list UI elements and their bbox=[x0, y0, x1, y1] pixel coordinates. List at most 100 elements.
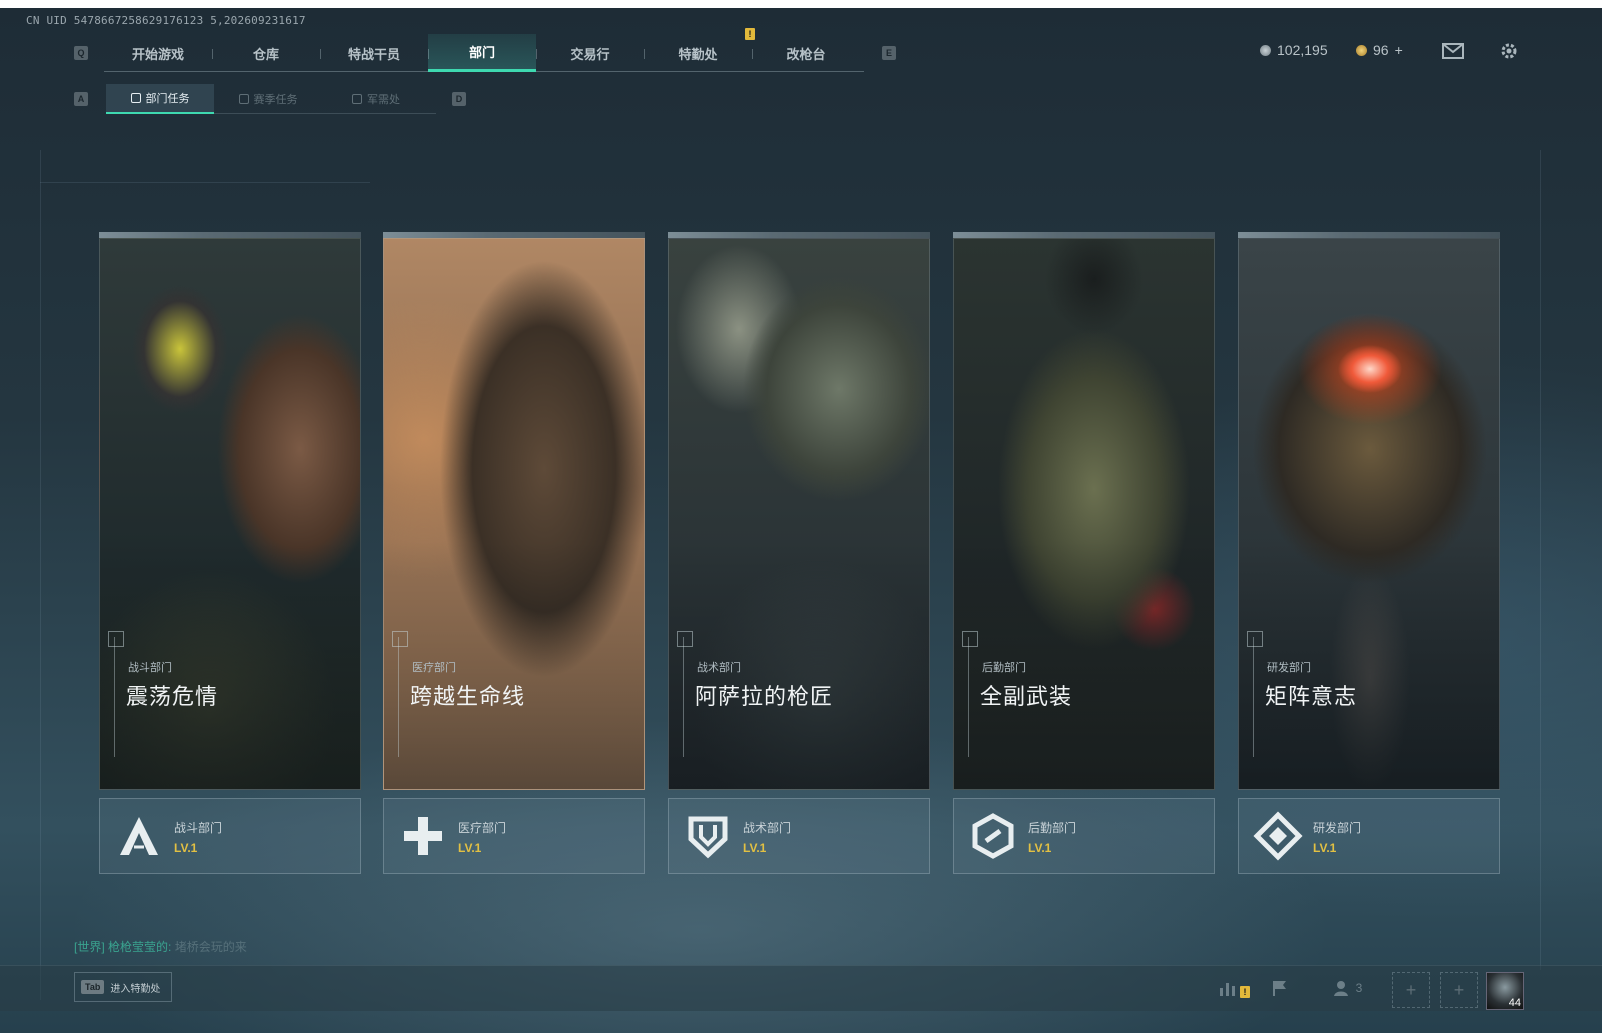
card-title: 跨越生命线 bbox=[410, 684, 526, 709]
tab-dept-missions-label: 部门任务 bbox=[145, 93, 190, 105]
logistics-card-art: 后勤部门 全副武装 bbox=[953, 238, 1215, 790]
dept-card-logistics[interactable]: 后勤部门 全副武装 后勤部门 LV.1 bbox=[953, 232, 1215, 874]
tab-season-missions[interactable]: 赛季任务 bbox=[214, 84, 322, 114]
tab-trade[interactable]: 交易行 bbox=[536, 34, 644, 72]
primary-currency: 102,195 bbox=[1260, 42, 1328, 58]
dept-level: LV.1 bbox=[174, 841, 198, 855]
card-dept-label: 战术部门 bbox=[697, 662, 741, 674]
card-vline bbox=[968, 637, 969, 757]
gear-icon[interactable] bbox=[1498, 40, 1520, 62]
chat-message: 堵桥会玩的来 bbox=[174, 940, 247, 954]
dept-level: LV.1 bbox=[458, 841, 482, 855]
medical-dept-icon bbox=[404, 817, 442, 855]
corner-mark bbox=[677, 631, 693, 647]
dept-card-medical[interactable]: 医疗部门 跨越生命线 医疗部门 LV.1 bbox=[383, 232, 645, 874]
coin-icon bbox=[1260, 44, 1271, 56]
tab-gunsmith[interactable]: 改枪台 bbox=[752, 34, 860, 72]
quartermaster-icon bbox=[352, 94, 362, 104]
grid-line bbox=[1540, 150, 1541, 970]
sub-nav: 部门任务 赛季任务 军需处 bbox=[106, 84, 436, 114]
friends-count: 3 bbox=[1355, 981, 1363, 995]
gold-coin-icon bbox=[1356, 44, 1367, 56]
combat-card-art: 战斗部门 震荡危情 bbox=[99, 238, 361, 790]
card-dept-label: 后勤部门 bbox=[982, 662, 1026, 674]
tactical-dept-icon bbox=[688, 816, 728, 859]
tab-key-badge: Tab bbox=[81, 980, 105, 994]
dept-name: 后勤部门 bbox=[1028, 821, 1077, 835]
card-vline bbox=[683, 637, 684, 757]
card-title: 全副武装 bbox=[980, 684, 1073, 709]
logistics-dept-icon bbox=[972, 813, 1014, 859]
stats-icon[interactable] bbox=[1214, 975, 1242, 1001]
friends-button[interactable]: 3 bbox=[1326, 975, 1370, 1001]
nav-prev-key[interactable]: Q bbox=[74, 46, 88, 60]
card-title: 矩阵意志 bbox=[1265, 684, 1358, 709]
party-slot-empty[interactable]: + bbox=[1440, 972, 1478, 1008]
flag-icon[interactable] bbox=[1266, 975, 1294, 1001]
medical-card-art: 医疗部门 跨越生命线 bbox=[383, 238, 645, 790]
dept-name: 研发部门 bbox=[1313, 821, 1362, 835]
subnav-next-key[interactable]: D bbox=[452, 92, 466, 106]
add-currency-button[interactable]: + bbox=[1395, 42, 1403, 58]
dept-level: LV.1 bbox=[743, 841, 767, 855]
mission-icon bbox=[130, 93, 141, 103]
window-top-edge bbox=[0, 0, 1602, 8]
tab-quartermaster[interactable]: 军需处 bbox=[322, 84, 430, 114]
dept-footer[interactable]: 后勤部门 LV.1 bbox=[953, 798, 1215, 874]
season-icon bbox=[238, 94, 249, 104]
tab-start-game[interactable]: 开始游戏 bbox=[104, 34, 212, 72]
dept-level: LV.1 bbox=[1313, 841, 1337, 855]
chat-channel: [世界] bbox=[74, 940, 105, 954]
nav-next-key[interactable]: E bbox=[882, 46, 896, 60]
card-title: 阿萨拉的枪匠 bbox=[695, 684, 834, 709]
player-uid: CN UID 5478667258629176123 5,20260923161… bbox=[26, 14, 306, 27]
card-vline bbox=[114, 637, 115, 757]
dept-name: 医疗部门 bbox=[458, 821, 507, 835]
corner-mark bbox=[1247, 631, 1263, 647]
dept-card-research[interactable]: 研发部门 矩阵意志 研发部门 LV.1 bbox=[1238, 232, 1500, 874]
player-level: 44 bbox=[1508, 997, 1521, 1009]
card-dept-label: 医疗部门 bbox=[412, 662, 456, 674]
tactical-card-art: 战术部门 阿萨拉的枪匠 bbox=[668, 238, 930, 790]
game-screen: CN UID 5478667258629176123 5,20260923161… bbox=[0, 0, 1602, 1033]
corner-mark bbox=[392, 631, 408, 647]
dept-footer[interactable]: 战斗部门 LV.1 bbox=[99, 798, 361, 874]
combat-dept-icon bbox=[120, 817, 158, 855]
tab-departments[interactable]: 部门 bbox=[428, 34, 536, 72]
tab-warehouse[interactable]: 仓库 bbox=[212, 34, 320, 72]
avatar[interactable]: 44 bbox=[1486, 972, 1524, 1010]
card-dept-label: 战斗部门 bbox=[128, 662, 172, 674]
card-vline bbox=[398, 637, 399, 757]
dept-footer[interactable]: 战术部门 LV.1 bbox=[668, 798, 930, 874]
corner-mark bbox=[108, 631, 124, 647]
party-slot-empty[interactable]: + bbox=[1392, 972, 1430, 1008]
secondary-currency-amount: 96 bbox=[1373, 42, 1389, 58]
card-dept-label: 研发部门 bbox=[1267, 662, 1311, 674]
enter-special-ops-button[interactable]: Tab 进入特勤处 bbox=[74, 972, 172, 1002]
enter-special-ops-label: 进入特勤处 bbox=[110, 983, 161, 995]
mail-icon[interactable] bbox=[1442, 40, 1464, 62]
dept-footer[interactable]: 医疗部门 LV.1 bbox=[383, 798, 645, 874]
dept-card-tactical[interactable]: 战术部门 阿萨拉的枪匠 战术部门 LV.1 bbox=[668, 232, 930, 874]
dept-name: 战斗部门 bbox=[174, 821, 223, 835]
tab-dept-missions[interactable]: 部门任务 bbox=[106, 84, 214, 114]
tab-operators[interactable]: 特战干员 bbox=[320, 34, 428, 72]
card-title: 震荡危情 bbox=[126, 684, 219, 709]
chat-sender: 枪枪莹莹的: bbox=[108, 940, 172, 954]
dept-footer[interactable]: 研发部门 LV.1 bbox=[1238, 798, 1500, 874]
secondary-currency[interactable]: 96 + bbox=[1356, 42, 1403, 58]
primary-currency-amount: 102,195 bbox=[1277, 42, 1328, 58]
dept-name: 战术部门 bbox=[743, 821, 792, 835]
world-chat-line[interactable]: [世界] 枪枪莹莹的: 堵桥会玩的来 bbox=[74, 938, 247, 955]
corner-mark bbox=[962, 631, 978, 647]
tab-quartermaster-label: 军需处 bbox=[367, 94, 400, 106]
grid-line bbox=[40, 150, 41, 1000]
research-dept-icon bbox=[1253, 811, 1303, 861]
subnav-prev-key[interactable]: A bbox=[74, 92, 88, 106]
dept-level: LV.1 bbox=[1028, 841, 1052, 855]
nav-alert-badge: ! bbox=[745, 28, 755, 40]
dept-card-combat[interactable]: 战斗部门 震荡危情 战斗部门 LV.1 bbox=[99, 232, 361, 874]
tab-special-ops[interactable]: 特勤处 bbox=[644, 34, 752, 72]
grid-line bbox=[40, 182, 370, 183]
friends-icon bbox=[1333, 981, 1348, 996]
